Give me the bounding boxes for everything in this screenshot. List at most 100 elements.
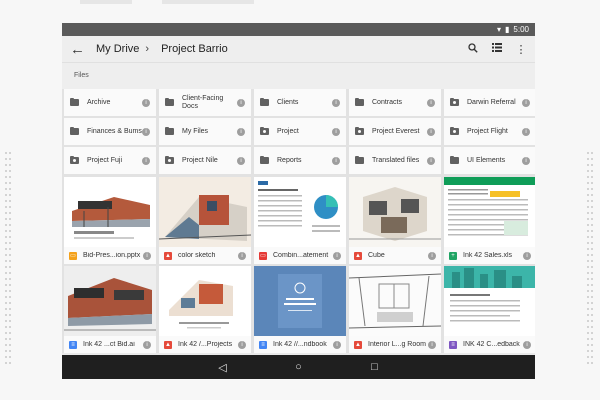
file-card[interactable]: ≡ Ink 42 //...ndbook i <box>254 266 346 353</box>
folder-item[interactable]: Translated files i <box>349 147 441 174</box>
speaker-dot <box>5 356 7 358</box>
info-icon[interactable]: i <box>523 251 531 260</box>
file-card[interactable]: ▲ Ink 42 /...Projects i <box>159 266 251 353</box>
folder-item[interactable]: Archive i <box>64 89 156 116</box>
info-icon[interactable]: i <box>427 98 435 107</box>
file-card[interactable]: ≡ Ink 42 ...ct Bid.ai i <box>64 266 156 353</box>
speaker-dot <box>587 272 589 274</box>
speaker-dot <box>587 188 589 190</box>
speaker-dot <box>5 284 7 286</box>
speaker-dot <box>587 296 589 298</box>
folder-item[interactable]: My Files i <box>159 118 251 145</box>
file-info-row: ≡ INK 42 C...edback i <box>444 336 535 353</box>
file-card[interactable]: ≡ INK 42 C...edback i <box>444 266 535 353</box>
list-view-icon[interactable] <box>491 43 503 55</box>
info-icon[interactable]: i <box>237 98 245 107</box>
file-card[interactable]: ▭ Bid-Pres...ion.pptx i <box>64 177 156 264</box>
folder-item[interactable]: Project Nile i <box>159 147 251 174</box>
file-thumbnail[interactable] <box>254 177 346 247</box>
speaker-dot <box>587 152 589 154</box>
file-thumbnail[interactable] <box>64 177 156 247</box>
file-thumbnail[interactable] <box>349 266 441 336</box>
info-icon[interactable]: i <box>427 127 435 136</box>
speaker-dot <box>9 260 11 262</box>
info-icon[interactable]: i <box>142 98 150 107</box>
info-icon[interactable]: i <box>333 340 341 349</box>
file-thumbnail[interactable] <box>444 177 535 247</box>
file-card[interactable]: + Ink 42 Sales.xls i <box>444 177 535 264</box>
file-thumbnail[interactable] <box>159 266 251 336</box>
back-arrow-icon[interactable]: ← <box>70 41 90 58</box>
info-icon[interactable]: i <box>522 127 530 136</box>
info-icon[interactable]: i <box>238 340 246 349</box>
speaker-dot <box>591 158 593 160</box>
search-icon[interactable] <box>467 42 479 56</box>
info-icon[interactable]: i <box>523 340 531 349</box>
speaker-dot <box>5 260 7 262</box>
folder-name: Translated files <box>372 156 420 164</box>
doc-file-icon: ≡ <box>259 340 267 349</box>
info-icon[interactable]: i <box>427 156 435 165</box>
file-info-row: ▭ Bid-Pres...ion.pptx i <box>64 247 156 264</box>
file-card[interactable]: ▲ Interior L...g Room i <box>349 266 441 353</box>
folder-item[interactable]: Finances & Bums i <box>64 118 156 145</box>
folder-item[interactable]: Client-Facing Docs i <box>159 89 251 116</box>
file-name: Ink 42 ...ct Bid.ai <box>83 341 135 348</box>
speaker-dot <box>591 290 593 292</box>
file-thumbnail[interactable] <box>349 177 441 247</box>
info-icon[interactable]: i <box>237 156 245 165</box>
speaker-dot <box>5 308 7 310</box>
info-icon[interactable]: i <box>237 127 245 136</box>
info-icon[interactable]: i <box>332 127 340 136</box>
folder-icon <box>260 156 269 164</box>
info-icon[interactable]: i <box>522 156 530 165</box>
folder-item[interactable]: Darwin Referral i <box>444 89 535 116</box>
speaker-dot <box>5 332 7 334</box>
folder-item[interactable]: Clients i <box>254 89 346 116</box>
forms-file-icon: ≡ <box>449 340 457 349</box>
info-icon[interactable]: i <box>332 156 340 165</box>
info-icon[interactable]: i <box>332 98 340 107</box>
folder-item[interactable]: Project i <box>254 118 346 145</box>
nav-recents-icon[interactable]: □ <box>368 361 382 373</box>
folder-item[interactable]: Reports i <box>254 147 346 174</box>
breadcrumb-my-drive[interactable]: My Drive <box>96 43 139 55</box>
info-icon[interactable]: i <box>333 251 341 260</box>
info-icon[interactable]: i <box>428 340 436 349</box>
speaker-dot <box>5 326 7 328</box>
info-icon[interactable]: i <box>142 127 150 136</box>
file-thumbnail[interactable] <box>254 266 346 336</box>
speaker-dot <box>591 212 593 214</box>
info-icon[interactable]: i <box>238 251 246 260</box>
folder-item[interactable]: Project Everest i <box>349 118 441 145</box>
speaker-dot <box>9 236 11 238</box>
file-thumbnail[interactable] <box>444 266 535 336</box>
folder-name: Client-Facing Docs <box>182 94 224 110</box>
speaker-dot <box>591 170 593 172</box>
speaker-dot <box>591 230 593 232</box>
speaker-dot <box>9 182 11 184</box>
info-icon[interactable]: i <box>143 340 151 349</box>
nav-back-icon[interactable]: ◁ <box>216 361 230 374</box>
shared-folder-icon <box>450 127 459 135</box>
file-thumbnail[interactable] <box>64 266 156 336</box>
info-icon[interactable]: i <box>143 251 151 260</box>
info-icon[interactable]: i <box>522 98 530 107</box>
file-card[interactable]: ▭ Combin...atement i <box>254 177 346 264</box>
speaker-dot <box>9 164 11 166</box>
more-vert-icon[interactable]: ⋮ <box>515 43 527 56</box>
folder-item[interactable]: UI Elements i <box>444 147 535 174</box>
speaker-dot <box>9 326 11 328</box>
speaker-dot <box>9 338 11 340</box>
info-icon[interactable]: i <box>142 156 150 165</box>
nav-home-icon[interactable]: ○ <box>292 361 306 373</box>
folder-item[interactable]: Project Flight i <box>444 118 535 145</box>
info-icon[interactable]: i <box>428 251 436 260</box>
file-card[interactable]: ▲ Cube i <box>349 177 441 264</box>
folder-item[interactable]: Project Fuji i <box>64 147 156 174</box>
speaker-dot <box>5 170 7 172</box>
speaker-dot <box>587 338 589 340</box>
folder-item[interactable]: Contracts i <box>349 89 441 116</box>
file-thumbnail[interactable] <box>159 177 251 247</box>
file-card[interactable]: ▲ color sketch i <box>159 177 251 264</box>
